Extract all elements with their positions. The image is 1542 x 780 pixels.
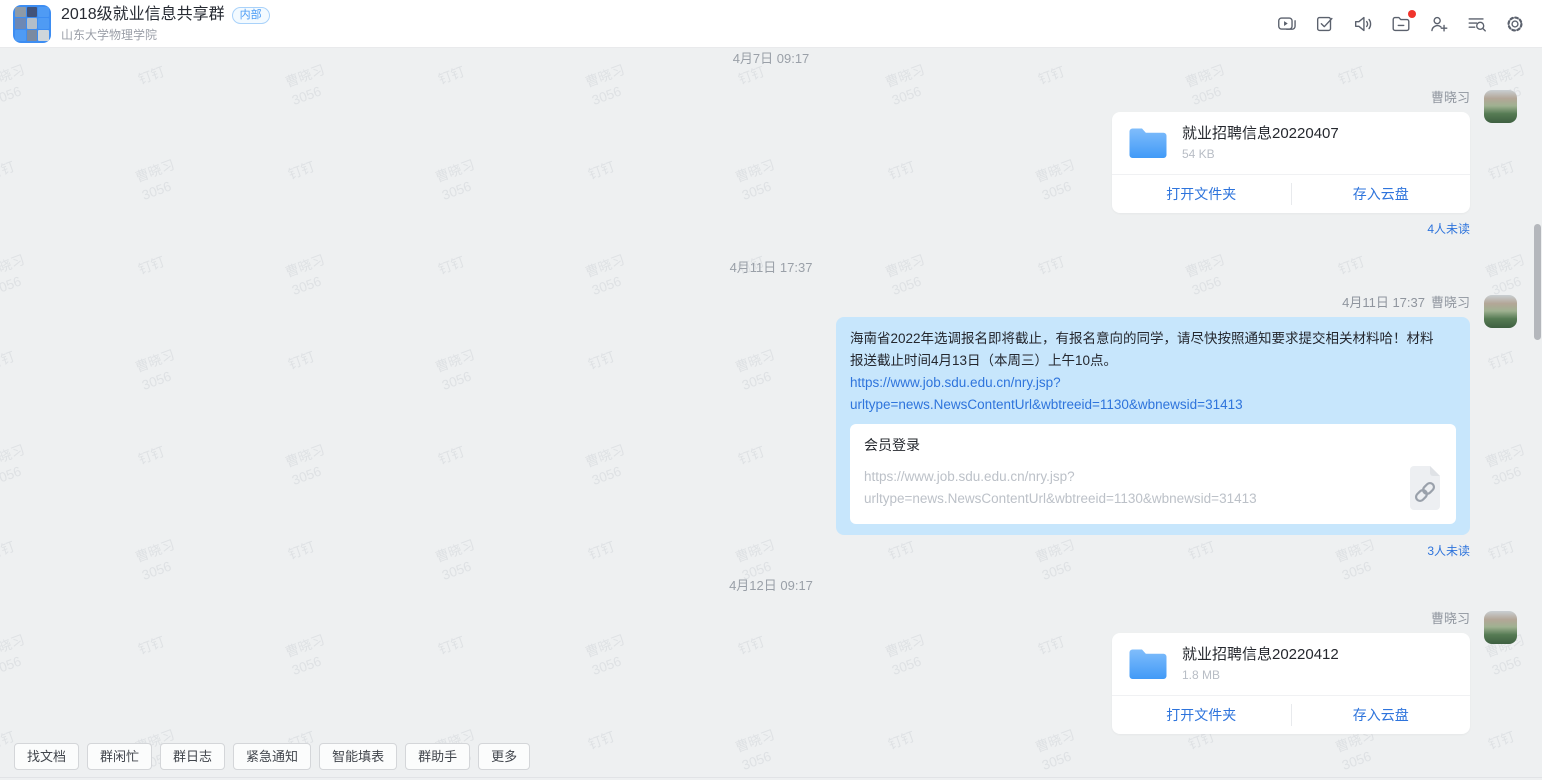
toolbar-more[interactable]: 更多 (478, 743, 530, 770)
sender-name: 曹晓习 (1431, 90, 1470, 106)
files-icon[interactable] (1390, 13, 1412, 35)
message-time: 4月11日 17:37 (1342, 295, 1425, 310)
message-text-link: 4月11日 17:37 曹晓习 海南省2022年选调报名即将截止，有报名意向的同学… (0, 295, 1542, 559)
input-area-divider (0, 777, 1542, 778)
group-avatar-tile (38, 18, 49, 29)
todo-icon[interactable] (1314, 13, 1336, 35)
toolbar-find-docs[interactable]: 找文档 (14, 743, 79, 770)
message-line: 报送截止时间4月13日（本周三）上午10点。 (850, 350, 1456, 372)
group-avatar[interactable] (13, 5, 51, 43)
file-card-main[interactable]: 就业招聘信息20220407 54 KB (1112, 112, 1470, 174)
message-stream: 4月7日 09:17 曹晓习 (0, 50, 1542, 734)
sender-avatar[interactable] (1484, 90, 1517, 123)
group-avatar-tile (27, 18, 38, 29)
link-url-line: urltype=news.NewsContentUrl&wbtreeid=113… (864, 488, 1394, 510)
link-title: 会员登录 (864, 436, 1442, 454)
folder-icon (1128, 647, 1168, 681)
toolbar-urgent-notice[interactable]: 紧急通知 (233, 743, 311, 770)
sender-avatar[interactable] (1484, 295, 1517, 328)
message-line: 海南省2022年选调报名即将截止，有报名意向的同学，请尽快按照通知要求提交相关材… (850, 328, 1456, 350)
add-member-icon[interactable] (1428, 13, 1450, 35)
toolbar-group-status[interactable]: 群闲忙 (87, 743, 152, 770)
file-size: 1.8 MB (1182, 668, 1339, 682)
group-avatar-tile (15, 7, 26, 18)
save-to-cloud-button[interactable]: 存入云盘 (1292, 705, 1471, 725)
chat-body: 曹晓习 3056钉钉曹晓习 3056钉钉曹晓习 3056钉钉曹晓习 3056钉钉… (0, 48, 1542, 780)
internal-badge: 内部 (232, 7, 270, 24)
link-preview-card[interactable]: 会员登录 https://www.job.sdu.edu.cn/nry.jsp?… (850, 424, 1456, 524)
file-name: 就业招聘信息20220407 (1182, 125, 1339, 143)
save-to-cloud-button[interactable]: 存入云盘 (1292, 184, 1471, 204)
group-subtitle: 山东大学物理学院 (61, 29, 270, 41)
toolbar-smart-form[interactable]: 智能填表 (319, 743, 397, 770)
toolbar-group-log[interactable]: 群日志 (160, 743, 225, 770)
settings-icon[interactable] (1504, 13, 1526, 35)
toolbar-group-assistant[interactable]: 群助手 (405, 743, 470, 770)
time-divider: 4月11日 17:37 (0, 259, 1542, 277)
file-card: 就业招聘信息20220407 54 KB 打开文件夹 存入云盘 (1112, 112, 1470, 213)
message-link[interactable]: https://www.job.sdu.edu.cn/nry.jsp? (850, 372, 1456, 394)
group-avatar-tile (27, 7, 38, 18)
file-card-main[interactable]: 就业招聘信息20220412 1.8 MB (1112, 633, 1470, 695)
message-file-20220412: 曹晓习 就业招聘信息20220412 1.8 MB (0, 611, 1542, 734)
open-folder-button[interactable]: 打开文件夹 (1112, 184, 1291, 204)
link-url-line: https://www.job.sdu.edu.cn/nry.jsp? (864, 466, 1394, 488)
message-bubble: 海南省2022年选调报名即将截止，有报名意向的同学，请尽快按照通知要求提交相关材… (836, 317, 1470, 535)
message-link[interactable]: urltype=news.NewsContentUrl&wbtreeid=113… (850, 394, 1456, 416)
file-card: 就业招聘信息20220412 1.8 MB 打开文件夹 存入云盘 (1112, 633, 1470, 734)
link-document-icon (1408, 464, 1442, 512)
announcement-icon[interactable] (1352, 13, 1374, 35)
group-avatar-tile (27, 30, 38, 41)
header-icon-row (1276, 13, 1526, 35)
search-history-icon[interactable] (1466, 13, 1488, 35)
video-meeting-icon[interactable] (1276, 13, 1298, 35)
group-title: 2018级就业信息共享群 (61, 7, 225, 23)
time-divider: 4月12日 09:17 (0, 577, 1542, 595)
group-toolbar: 找文档 群闲忙 群日志 紧急通知 智能填表 群助手 更多 (14, 743, 530, 770)
scrollbar-thumb[interactable] (1534, 224, 1541, 340)
group-avatar-tile (38, 30, 49, 41)
unread-count[interactable]: 4人未读 (1427, 221, 1470, 237)
group-avatar-tile (15, 30, 26, 41)
folder-icon (1128, 126, 1168, 160)
sender-name: 曹晓习 (1431, 611, 1470, 627)
file-name: 就业招聘信息20220412 (1182, 646, 1339, 664)
sender-name: 曹晓习 (1431, 295, 1470, 310)
unread-count[interactable]: 3人未读 (1427, 543, 1470, 559)
dingtalk-chat-window: 2018级就业信息共享群 内部 山东大学物理学院 (0, 0, 1542, 780)
open-folder-button[interactable]: 打开文件夹 (1112, 705, 1291, 725)
group-avatar-tile (38, 7, 49, 18)
sender-avatar[interactable] (1484, 611, 1517, 644)
chat-header: 2018级就业信息共享群 内部 山东大学物理学院 (0, 0, 1542, 48)
group-avatar-tile (15, 18, 26, 29)
message-file-20220407: 曹晓习 就业招聘信息20220407 54 KB (0, 90, 1542, 237)
notification-dot (1408, 10, 1416, 18)
time-divider: 4月7日 09:17 (0, 50, 1542, 68)
file-size: 54 KB (1182, 147, 1339, 161)
